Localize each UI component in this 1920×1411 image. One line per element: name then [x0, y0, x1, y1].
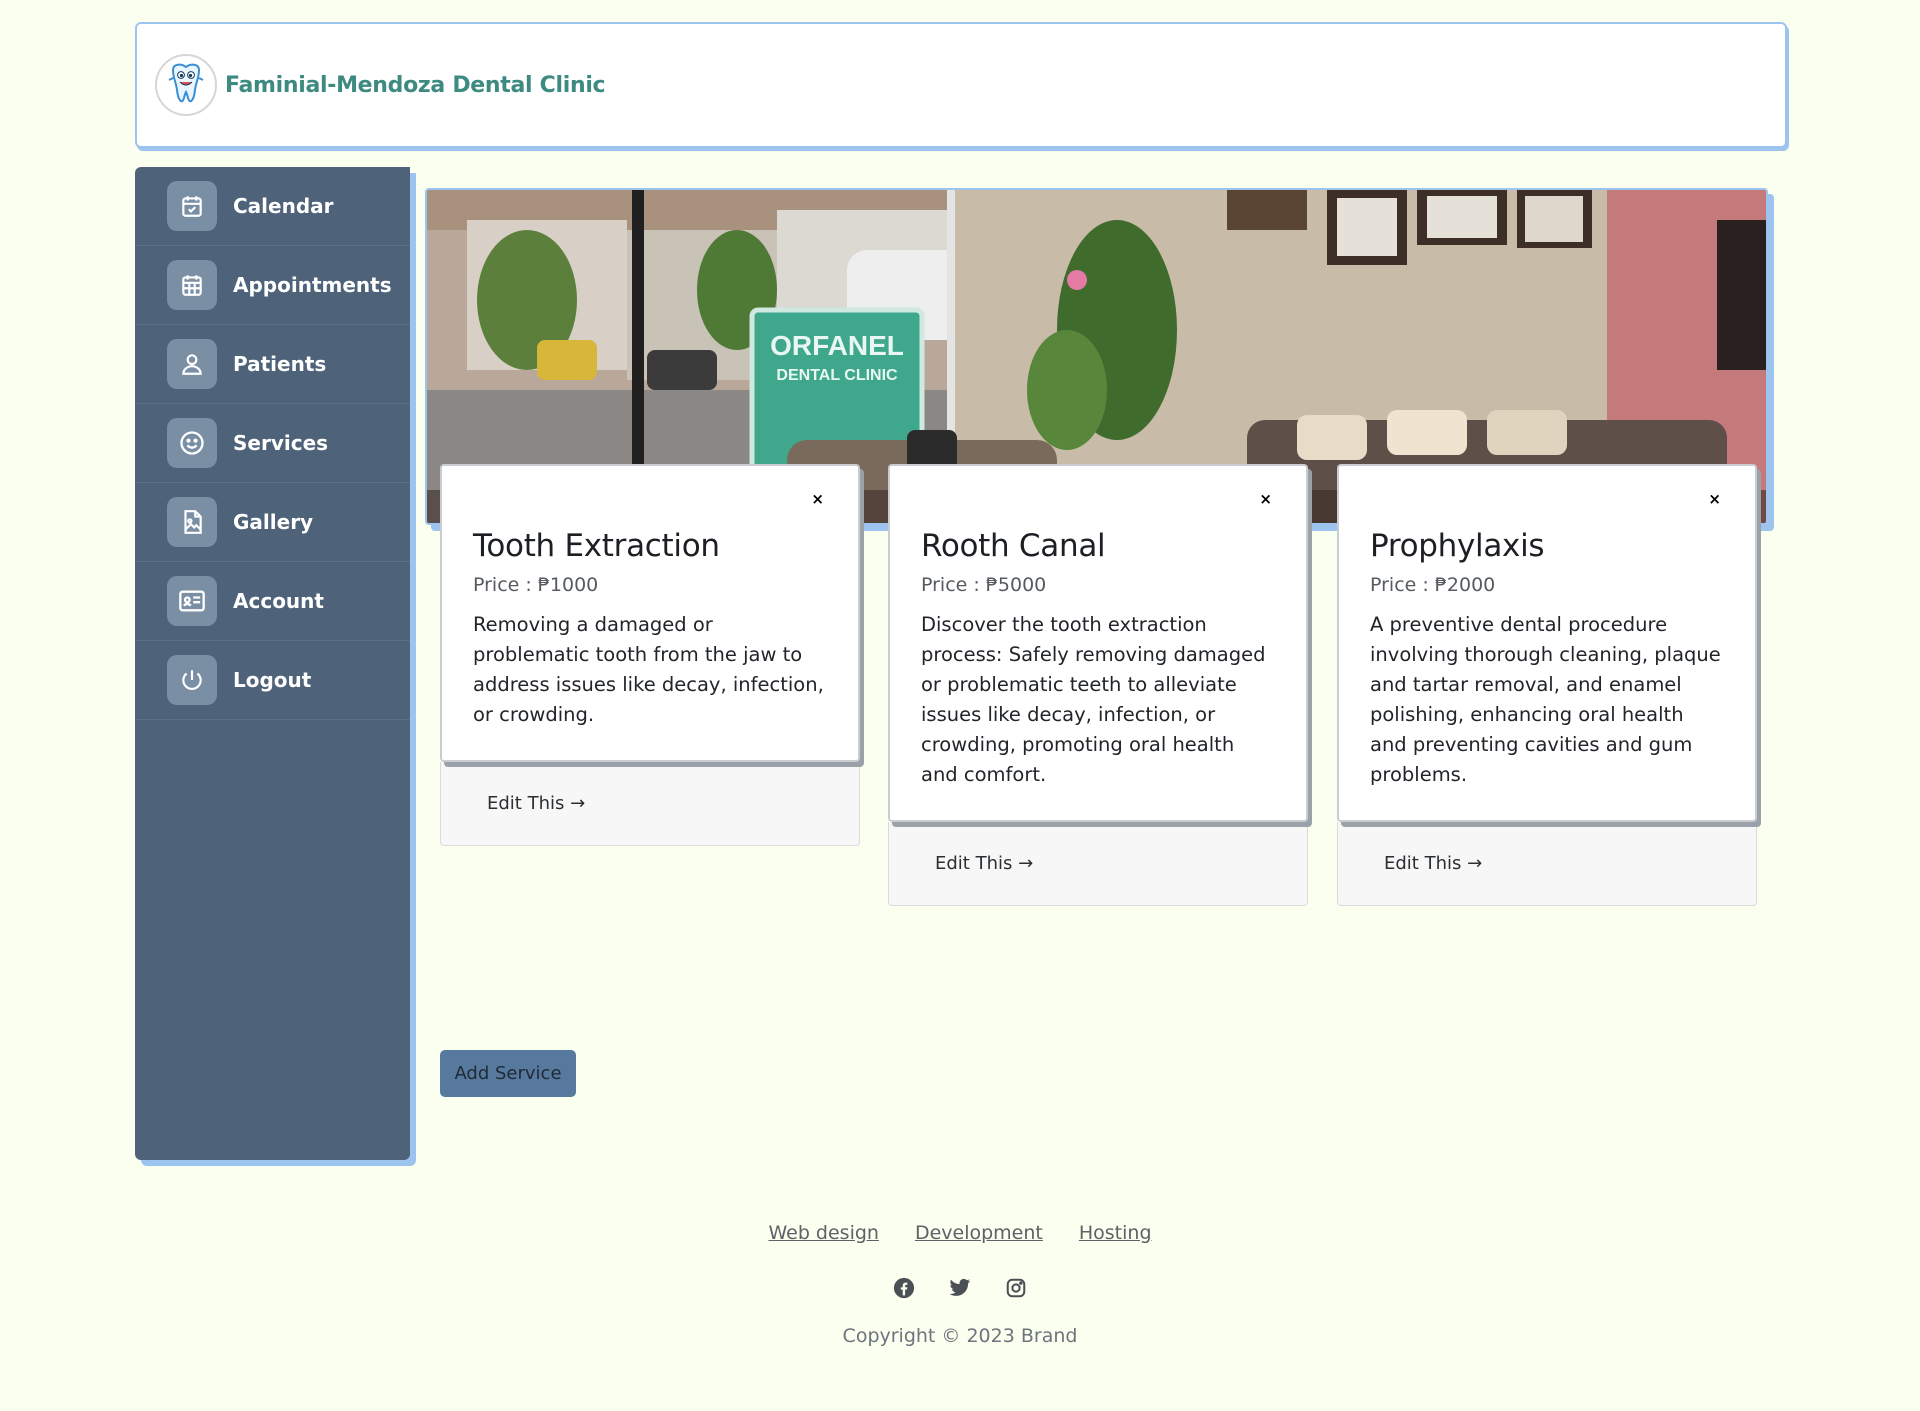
service-card-prophylaxis: × Prophylaxis Price : ₱2000 A preventive…: [1337, 464, 1757, 906]
sign-text-line2: DENTAL CLINIC: [776, 367, 898, 384]
service-price: Price : ₱2000: [1370, 574, 1496, 596]
image-file-icon: [167, 497, 217, 547]
copyright-text: Copyright © 2023 Brand: [842, 1325, 1078, 1347]
close-icon[interactable]: ×: [1259, 490, 1272, 508]
service-card-footer: Edit This →: [440, 762, 860, 846]
footer-links: Web design Development Hosting: [0, 1222, 1920, 1244]
facebook-icon[interactable]: [892, 1276, 916, 1300]
footer-link-hosting[interactable]: Hosting: [1079, 1222, 1152, 1244]
clinic-name: Faminial-Mendoza Dental Clinic: [225, 72, 606, 98]
sidebar-item-patients[interactable]: Patients: [135, 325, 410, 404]
service-title: Rooth Canal: [921, 528, 1106, 564]
sidebar-item-services[interactable]: Services: [135, 404, 410, 483]
service-card-body: × Prophylaxis Price : ₱2000 A preventive…: [1337, 464, 1757, 822]
sidebar-item-account[interactable]: Account: [135, 562, 410, 641]
calendar-grid-icon: [167, 260, 217, 310]
sidebar-item-logout[interactable]: Logout: [135, 641, 410, 720]
sidebar-item-label: Account: [233, 589, 324, 613]
service-card-tooth-extraction: × Tooth Extraction Price : ₱1000 Removin…: [440, 464, 860, 846]
calendar-check-icon: [167, 181, 217, 231]
social-links: [0, 1276, 1920, 1300]
service-price: Price : ₱5000: [921, 574, 1047, 596]
twitter-icon[interactable]: [948, 1276, 972, 1300]
sidebar-nav: Calendar Appointments Patients Services: [135, 167, 410, 1160]
edit-service-link[interactable]: Edit This →: [1384, 853, 1482, 874]
smiley-icon: [167, 418, 217, 468]
close-icon[interactable]: ×: [811, 490, 824, 508]
service-card-body: × Rooth Canal Price : ₱5000 Discover the…: [888, 464, 1308, 822]
sidebar-item-label: Logout: [233, 668, 312, 692]
service-card-footer: Edit This →: [1337, 822, 1757, 906]
service-title: Tooth Extraction: [473, 528, 720, 564]
person-icon: [167, 339, 217, 389]
sign-text-line1: ORFANEL: [770, 330, 904, 361]
sidebar-item-label: Gallery: [233, 510, 314, 534]
sidebar-item-appointments[interactable]: Appointments: [135, 246, 410, 325]
sidebar-item-label: Calendar: [233, 194, 334, 218]
sidebar-item-label: Appointments: [233, 273, 392, 297]
service-description: A preventive dental procedure involving …: [1370, 613, 1721, 786]
service-price: Price : ₱1000: [473, 574, 599, 596]
sidebar-item-label: Patients: [233, 352, 327, 376]
sidebar-item-label: Services: [233, 431, 329, 455]
edit-service-link[interactable]: Edit This →: [935, 853, 1033, 874]
service-card-footer: Edit This →: [888, 822, 1308, 906]
tooth-mascot-icon[interactable]: [155, 54, 217, 116]
service-title: Prophylaxis: [1370, 528, 1545, 564]
top-header: Faminial-Mendoza Dental Clinic: [135, 22, 1787, 148]
service-description: Discover the tooth extraction process: S…: [921, 613, 1266, 786]
id-card-icon: [167, 576, 217, 626]
service-card-root-canal: × Rooth Canal Price : ₱5000 Discover the…: [888, 464, 1308, 906]
close-icon[interactable]: ×: [1708, 490, 1721, 508]
sidebar-item-gallery[interactable]: Gallery: [135, 483, 410, 562]
sidebar-item-calendar[interactable]: Calendar: [135, 167, 410, 246]
footer-link-development[interactable]: Development: [915, 1222, 1043, 1244]
instagram-icon[interactable]: [1004, 1276, 1028, 1300]
footer-link-web-design[interactable]: Web design: [768, 1222, 879, 1244]
service-card-body: × Tooth Extraction Price : ₱1000 Removin…: [440, 464, 860, 762]
power-icon: [167, 655, 217, 705]
add-service-button[interactable]: Add Service: [440, 1050, 576, 1097]
service-description: Removing a damaged or problematic tooth …: [473, 613, 824, 726]
edit-service-link[interactable]: Edit This →: [487, 793, 585, 814]
